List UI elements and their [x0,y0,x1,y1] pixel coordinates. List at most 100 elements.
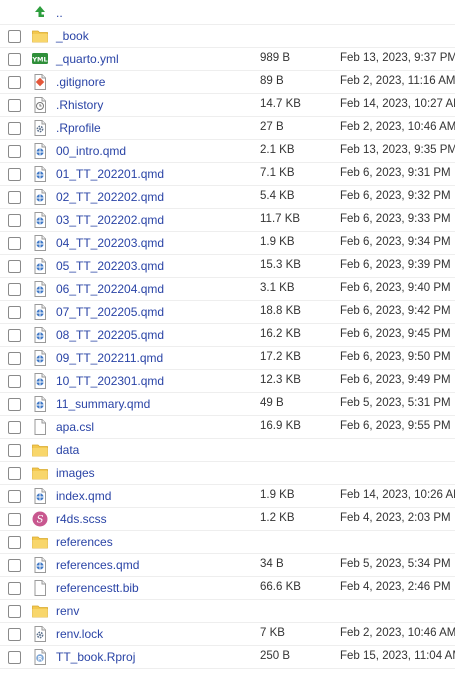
select-checkbox[interactable] [8,214,21,227]
file-size: 989 B [260,52,291,64]
file-name-link[interactable]: data [56,443,79,457]
file-row[interactable]: 11_summary.qmd 49 B Feb 5, 2023, 5:31 PM [0,393,455,416]
file-name-link[interactable]: 00_intro.qmd [56,144,126,158]
file-row[interactable]: .Rprofile 27 B Feb 2, 2023, 10:46 AM [0,117,455,140]
file-size: 17.2 KB [260,351,301,363]
select-checkbox[interactable] [8,260,21,273]
select-checkbox[interactable] [8,145,21,158]
file-name-link[interactable]: TT_book.Rproj [56,650,135,664]
file-row[interactable]: 00_intro.qmd 2.1 KB Feb 13, 2023, 9:35 PM [0,140,455,163]
file-modified: Feb 4, 2023, 2:03 PM [340,512,451,524]
file-name-link[interactable]: renv [56,604,79,618]
file-name-link[interactable]: .Rhistory [56,98,103,112]
file-row[interactable]: 01_TT_202201.qmd 7.1 KB Feb 6, 2023, 9:31 … [0,163,455,186]
select-checkbox[interactable] [8,444,21,457]
file-name-link[interactable]: references [56,535,113,549]
select-checkbox[interactable] [8,99,21,112]
file-row[interactable]: 04_TT_202203.qmd 1.9 KB Feb 6, 2023, 9:34 … [0,232,455,255]
select-checkbox[interactable] [8,53,21,66]
file-name-link[interactable]: renv.lock [56,627,103,641]
file-row[interactable]: renv.lock 7 KB Feb 2, 2023, 10:46 AM [0,623,455,646]
file-name-link[interactable]: 03_TT_202202.qmd [56,213,164,227]
select-checkbox[interactable] [8,651,21,664]
select-checkbox[interactable] [8,628,21,641]
file-name-link[interactable]: 07_TT_202205.qmd [56,305,164,319]
file-row[interactable]: data [0,439,455,462]
file-name-link[interactable]: 06_TT_202204.qmd [56,282,164,296]
parent-directory-row[interactable]: .. [0,2,455,25]
file-name-link[interactable]: 04_TT_202203.qmd [56,236,164,250]
file-name-link[interactable]: 11_summary.qmd [56,397,150,411]
select-checkbox[interactable] [8,329,21,342]
select-checkbox[interactable] [8,352,21,365]
file-row[interactable]: Sr4ds.scss 1.2 KB Feb 4, 2023, 2:03 PM [0,508,455,531]
file-name-link[interactable]: 02_TT_202202.qmd [56,190,164,204]
file-name-link[interactable]: references.qmd [56,558,139,572]
file-row[interactable]: 08_TT_202205.qmd 16.2 KB Feb 6, 2023, 9:45… [0,324,455,347]
select-checkbox[interactable] [8,76,21,89]
file-name-link[interactable]: referencestt.bib [56,581,139,595]
file-name-link[interactable]: _quarto.yml [56,52,119,66]
select-checkbox[interactable] [8,168,21,181]
file-row[interactable]: referencestt.bib 66.6 KB Feb 4, 2023, 2:46… [0,577,455,600]
file-row[interactable]: 02_TT_202202.qmd 5.4 KB Feb 6, 2023, 9:32 … [0,186,455,209]
select-checkbox[interactable] [8,191,21,204]
select-checkbox[interactable] [8,513,21,526]
file-row[interactable]: apa.csl 16.9 KB Feb 6, 2023, 9:55 PM [0,416,455,439]
file-row[interactable]: 05_TT_202203.qmd 15.3 KB Feb 6, 2023, 9:39… [0,255,455,278]
select-checkbox[interactable] [8,536,21,549]
select-checkbox[interactable] [8,30,21,43]
file-size: 7 KB [260,627,285,639]
select-checkbox[interactable] [8,375,21,388]
file-name-link[interactable]: 10_TT_202301.qmd [56,374,164,388]
file-name-link[interactable]: 08_TT_202205.qmd [56,328,164,342]
history-file-icon [31,96,49,114]
qmd-file-icon [31,234,49,252]
select-checkbox[interactable] [8,490,21,503]
file-name-link[interactable]: apa.csl [56,420,94,434]
select-checkbox[interactable] [8,122,21,135]
file-size: 89 B [260,75,284,87]
select-checkbox[interactable] [8,467,21,480]
select-checkbox[interactable] [8,306,21,319]
file-row[interactable]: YML _quarto.yml 989 B Feb 13, 2023, 9:37 PM [0,48,455,71]
file-row[interactable]: 03_TT_202202.qmd 11.7 KB Feb 6, 2023, 9:33… [0,209,455,232]
folder-icon [31,27,49,45]
file-row[interactable]: references.qmd 34 B Feb 5, 2023, 5:34 PM [0,554,455,577]
file-name-link[interactable]: images [56,466,95,480]
blank-file-icon [31,579,49,597]
file-name-link[interactable]: 01_TT_202201.qmd [56,167,164,181]
file-modified: Feb 2, 2023, 10:46 AM [340,121,455,133]
file-name-link[interactable]: 09_TT_202211.qmd [56,351,163,365]
file-row[interactable]: 09_TT_202211.qmd 17.2 KB Feb 6, 2023, 9:50… [0,347,455,370]
file-row[interactable]: .Rhistory 14.7 KB Feb 14, 2023, 10:27 AM [0,94,455,117]
file-name-link[interactable]: 05_TT_202203.qmd [56,259,164,273]
folder-icon [31,533,49,551]
file-row[interactable]: R TT_book.Rproj 250 B Feb 15, 2023, 11:04 A… [0,646,455,669]
file-row[interactable]: images [0,462,455,485]
file-row[interactable]: _book [0,25,455,48]
file-modified: Feb 6, 2023, 9:33 PM [340,213,451,225]
select-checkbox[interactable] [8,283,21,296]
file-modified: Feb 15, 2023, 11:04 AM [340,650,455,662]
file-row[interactable]: 07_TT_202205.qmd 18.8 KB Feb 6, 2023, 9:42… [0,301,455,324]
select-checkbox[interactable] [8,582,21,595]
select-checkbox[interactable] [8,237,21,250]
file-name-link[interactable]: index.qmd [56,489,111,503]
file-row[interactable]: index.qmd 1.9 KB Feb 14, 2023, 10:26 AM [0,485,455,508]
parent-directory-link[interactable]: .. [56,6,63,20]
file-name-link[interactable]: .gitignore [56,75,105,89]
select-checkbox[interactable] [8,421,21,434]
file-row[interactable]: 06_TT_202204.qmd 3.1 KB Feb 6, 2023, 9:40 … [0,278,455,301]
file-row[interactable]: references [0,531,455,554]
file-row[interactable]: renv [0,600,455,623]
file-row[interactable]: 10_TT_202301.qmd 12.3 KB Feb 6, 2023, 9:49… [0,370,455,393]
file-name-link[interactable]: r4ds.scss [56,512,107,526]
select-checkbox[interactable] [8,398,21,411]
select-checkbox[interactable] [8,605,21,618]
file-name-link[interactable]: .Rprofile [56,121,101,135]
svg-text:YML: YML [31,56,47,64]
file-name-link[interactable]: _book [56,29,89,43]
select-checkbox[interactable] [8,559,21,572]
file-row[interactable]: .gitignore 89 B Feb 2, 2023, 11:16 AM [0,71,455,94]
